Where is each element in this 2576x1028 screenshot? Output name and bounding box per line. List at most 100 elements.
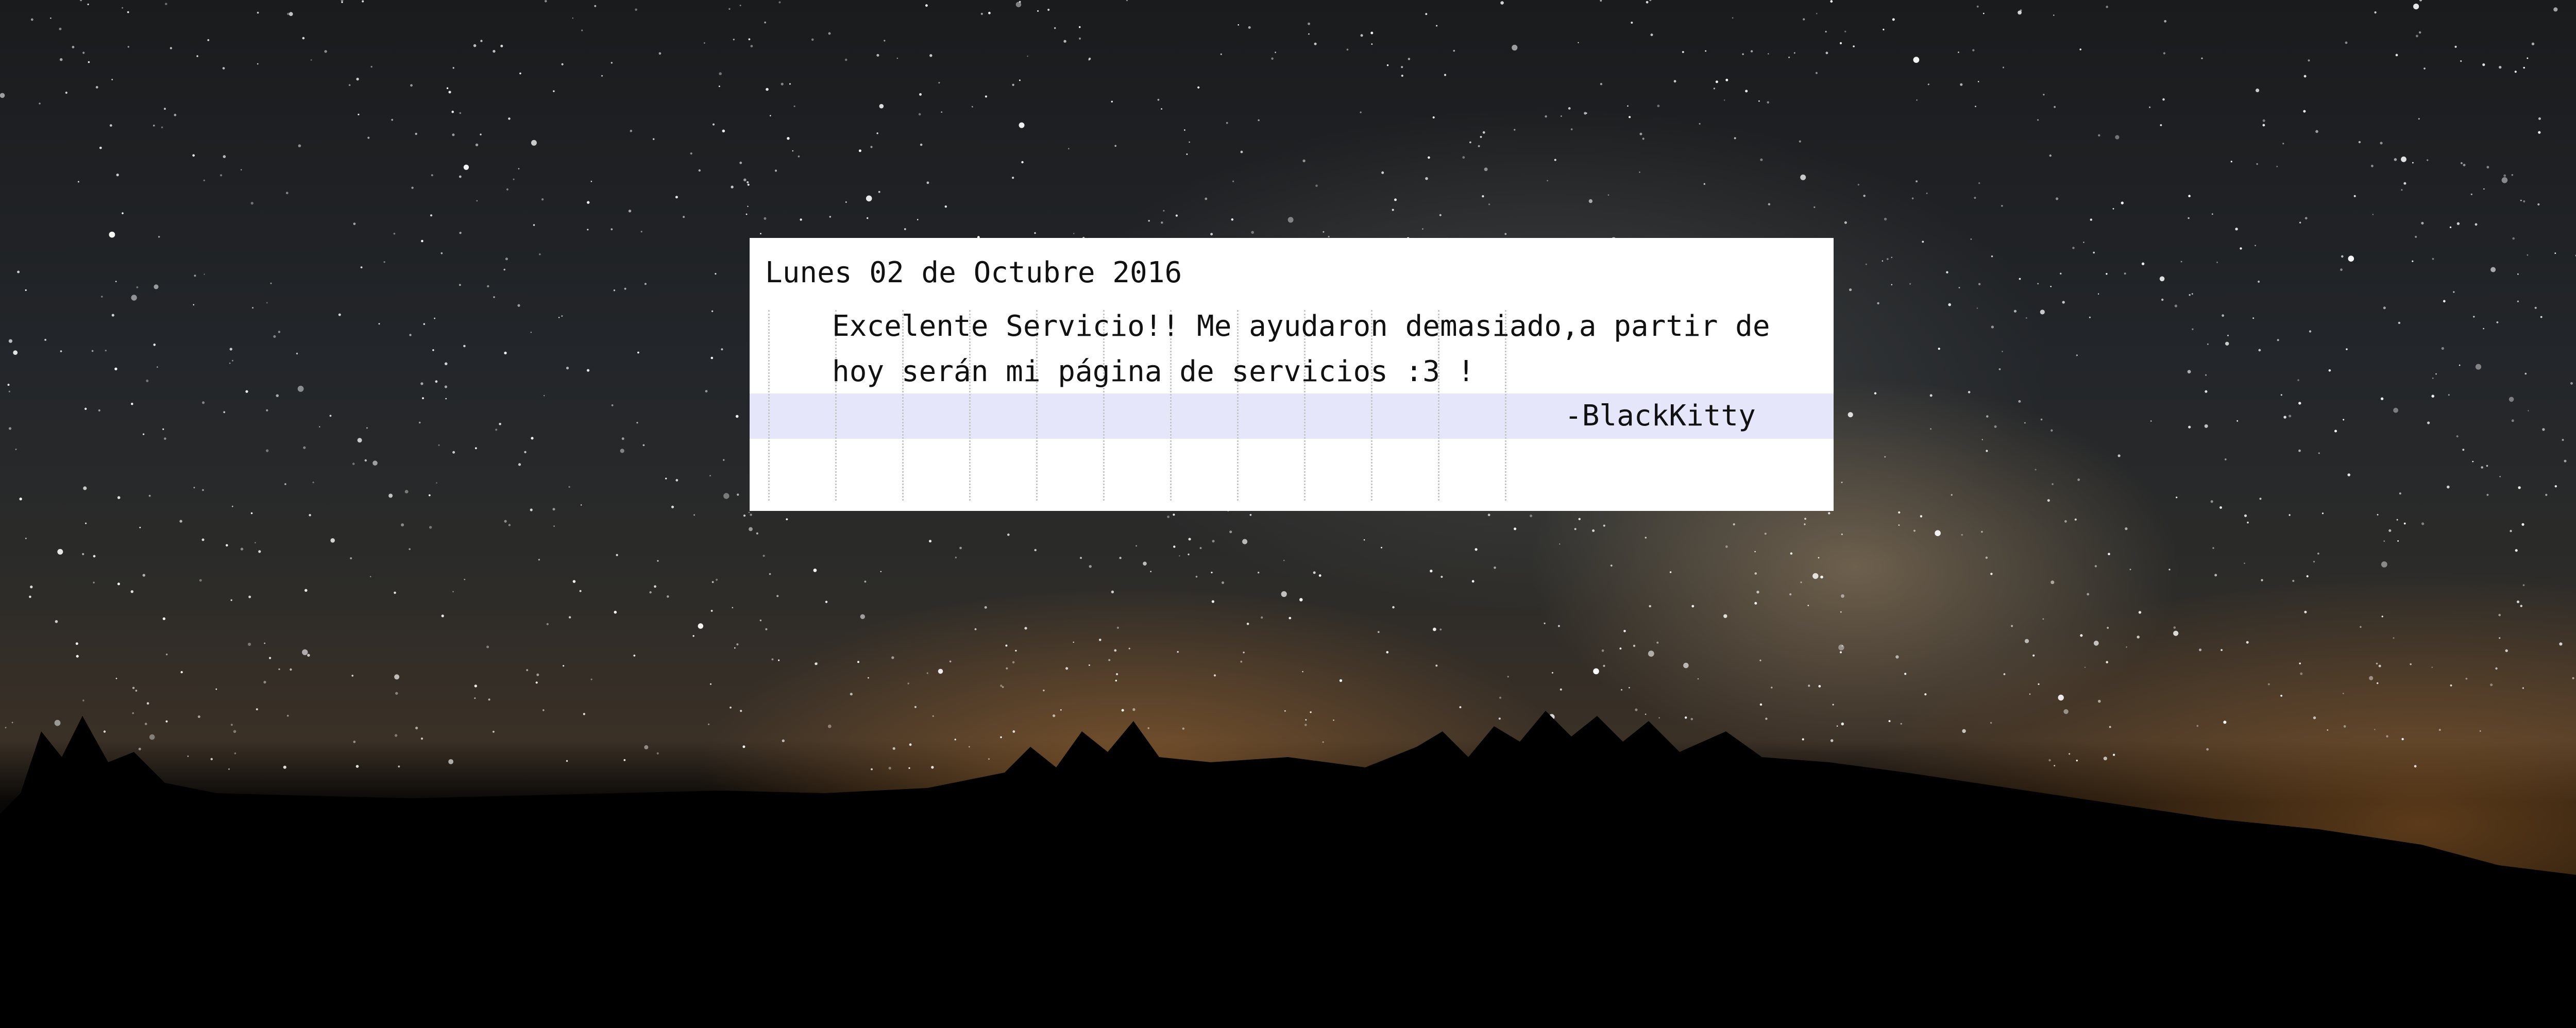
star bbox=[1189, 141, 1190, 143]
star bbox=[421, 239, 423, 243]
star bbox=[223, 411, 226, 414]
star bbox=[2358, 141, 2361, 144]
star bbox=[2318, 452, 2320, 454]
star bbox=[988, 758, 990, 760]
star bbox=[1927, 83, 1929, 85]
star bbox=[572, 580, 576, 583]
star bbox=[1401, 66, 1403, 68]
star bbox=[745, 213, 748, 215]
star bbox=[536, 673, 539, 676]
star bbox=[76, 655, 79, 658]
star bbox=[1807, 605, 1809, 606]
star bbox=[2383, 540, 2385, 542]
star bbox=[2255, 245, 2256, 247]
star bbox=[732, 607, 734, 609]
star bbox=[2240, 247, 2242, 250]
star bbox=[2413, 4, 2419, 10]
star bbox=[2449, 226, 2452, 228]
star bbox=[2094, 565, 2097, 568]
star bbox=[749, 527, 753, 532]
star bbox=[1482, 131, 1485, 134]
star bbox=[2421, 522, 2425, 525]
star bbox=[909, 743, 912, 746]
star bbox=[1690, 717, 1693, 721]
star bbox=[2063, 709, 2069, 714]
star bbox=[642, 444, 645, 447]
star bbox=[127, 46, 129, 48]
star bbox=[1021, 161, 1024, 164]
star bbox=[2522, 584, 2525, 587]
star bbox=[241, 169, 242, 170]
star bbox=[1768, 203, 1771, 205]
star bbox=[1318, 574, 1321, 577]
star bbox=[2520, 199, 2522, 201]
star bbox=[1551, 672, 1553, 674]
star bbox=[1603, 664, 1605, 667]
star bbox=[1983, 12, 1985, 14]
star bbox=[2495, 667, 2498, 670]
star bbox=[1401, 75, 1403, 77]
star bbox=[199, 579, 202, 582]
star bbox=[2002, 66, 2005, 68]
star bbox=[2246, 641, 2249, 644]
star bbox=[2419, 0, 2422, 2]
star bbox=[1848, 412, 1853, 418]
star bbox=[1422, 228, 1423, 230]
star bbox=[87, 3, 89, 6]
star bbox=[232, 359, 233, 362]
star bbox=[721, 348, 723, 351]
star bbox=[1167, 516, 1170, 518]
star bbox=[1484, 167, 1488, 172]
star bbox=[914, 706, 917, 708]
star bbox=[2062, 301, 2065, 304]
star bbox=[759, 619, 762, 622]
star bbox=[2306, 575, 2309, 577]
star bbox=[1015, 649, 1017, 652]
star bbox=[1976, 307, 1978, 309]
star bbox=[420, 738, 423, 740]
star bbox=[77, 181, 79, 183]
star bbox=[635, 8, 637, 11]
star bbox=[204, 273, 205, 275]
star bbox=[1147, 727, 1149, 729]
star bbox=[2456, 435, 2459, 438]
star bbox=[667, 595, 669, 598]
star bbox=[709, 475, 711, 476]
star bbox=[568, 486, 570, 488]
star bbox=[2562, 439, 2564, 441]
star bbox=[1648, 650, 1654, 657]
star bbox=[1346, 48, 1349, 51]
star bbox=[1857, 183, 1860, 186]
star bbox=[1073, 233, 1075, 234]
star bbox=[1669, 571, 1672, 573]
star bbox=[1002, 686, 1004, 688]
star bbox=[2003, 673, 2006, 675]
star bbox=[2334, 430, 2337, 433]
star bbox=[19, 498, 22, 501]
star bbox=[2002, 351, 2003, 352]
star bbox=[1756, 590, 1759, 594]
star bbox=[1734, 137, 1736, 140]
star bbox=[1161, 108, 1163, 110]
star bbox=[297, 386, 304, 392]
star bbox=[1333, 719, 1334, 721]
star bbox=[621, 437, 624, 440]
star bbox=[2024, 639, 2029, 643]
star bbox=[1360, 34, 1363, 37]
star bbox=[1116, 673, 1118, 676]
star bbox=[580, 504, 582, 506]
star bbox=[628, 210, 632, 213]
star bbox=[1126, 0, 1128, 2]
star bbox=[2289, 514, 2291, 516]
star bbox=[2043, 94, 2045, 96]
star bbox=[2456, 222, 2460, 225]
star bbox=[1310, 711, 1312, 713]
star bbox=[1232, 180, 1234, 182]
star bbox=[1974, 197, 1976, 199]
star bbox=[2499, 476, 2501, 477]
star bbox=[579, 590, 582, 592]
star bbox=[2173, 626, 2176, 629]
star bbox=[440, 252, 443, 254]
review-message: Excelente Servicio!! Me ayudaron demasia… bbox=[832, 310, 1788, 388]
star bbox=[1623, 630, 1626, 632]
